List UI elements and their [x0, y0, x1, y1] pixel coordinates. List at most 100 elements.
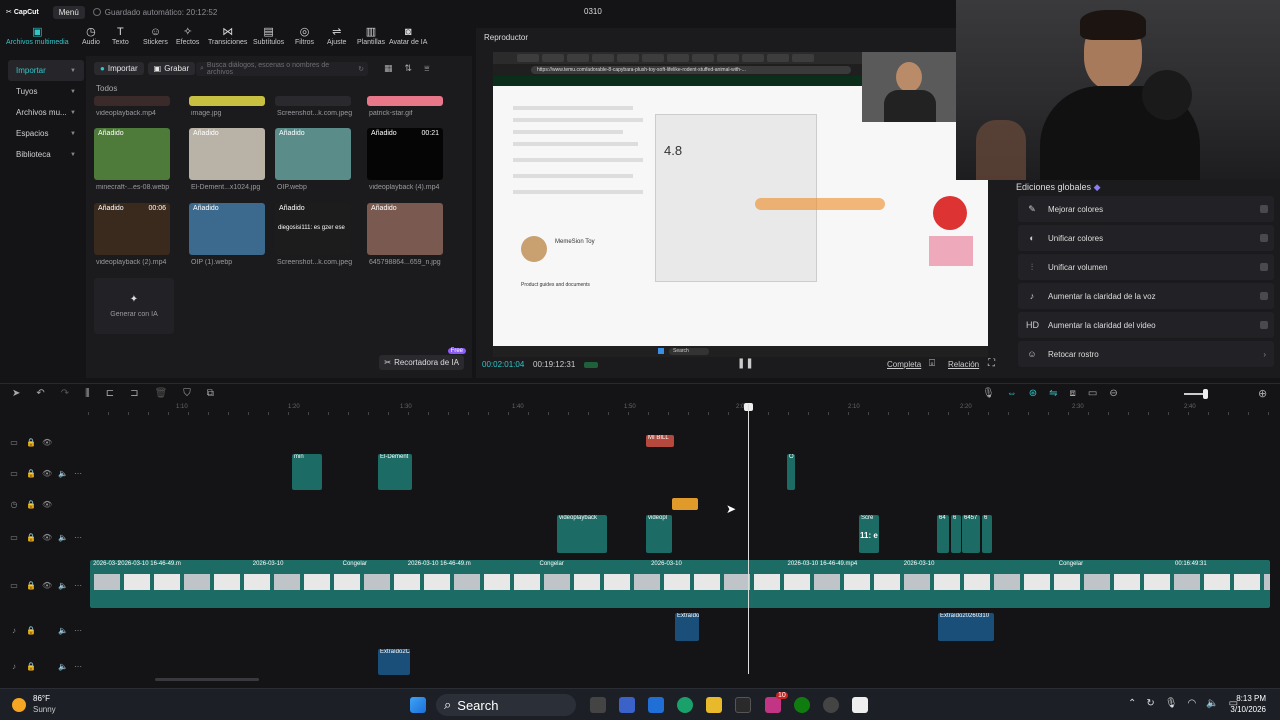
select-tool-icon[interactable]: ➤: [12, 388, 20, 399]
toggle-switch[interactable]: [1260, 234, 1268, 242]
ratio-button[interactable]: Relación: [948, 360, 979, 369]
video-clip[interactable]: 6: [982, 515, 992, 553]
split-icon[interactable]: ⫼: [85, 388, 90, 399]
fullscreen-icon[interactable]: ⛶: [988, 358, 995, 369]
import-button[interactable]: ● Importar: [94, 62, 144, 75]
zoom-app-icon[interactable]: [619, 697, 635, 713]
nav-item-4[interactable]: Biblioteca ▼: [8, 144, 84, 165]
sync-icon[interactable]: ↻: [1146, 698, 1154, 709]
tool-transitions[interactable]: ⋈ Transiciones: [208, 24, 247, 47]
track-type-icon[interactable]: ▭: [10, 533, 18, 542]
media-thumb-partial[interactable]: [94, 96, 170, 106]
media-thumb[interactable]: Añadido: [275, 128, 351, 180]
global-edit-unify-volume[interactable]: ⫶ Unificar volumen: [1018, 254, 1274, 280]
lock-icon[interactable]: 🔒: [26, 662, 36, 671]
link-icon[interactable]: ⇋: [1049, 388, 1057, 399]
lock-icon[interactable]: 🔒: [26, 626, 36, 635]
tool-subtitles[interactable]: ▤ Subtítulos: [253, 24, 284, 47]
track-type-icon[interactable]: ▭: [10, 469, 18, 478]
media-thumb[interactable]: Añadido 00:06: [94, 203, 170, 255]
chevron-up-icon[interactable]: ⌃: [1128, 698, 1136, 709]
lock-icon[interactable]: 🔒: [26, 500, 36, 509]
text-clip[interactable]: MI BILL: [646, 435, 674, 447]
edge-icon[interactable]: [677, 697, 693, 713]
trim-right-icon[interactable]: ⊐: [130, 388, 138, 399]
lock-icon[interactable]: 🔒: [26, 469, 36, 478]
snapshot-icon[interactable]: ⌻: [929, 358, 935, 369]
media-search-input[interactable]: ⌕ Busca diálogos, escenas o nombres de ar…: [196, 62, 368, 76]
more-icon[interactable]: ⋯: [74, 662, 82, 671]
tool-effects[interactable]: ✧ Efectos: [176, 24, 199, 47]
taskbar-search[interactable]: ⌕ Search: [436, 694, 576, 716]
crop-icon[interactable]: ⧉: [207, 388, 214, 399]
lock-icon[interactable]: 🔒: [26, 581, 36, 590]
audio-clip[interactable]: Extraído: [675, 613, 699, 641]
undo-icon[interactable]: ↶: [36, 388, 44, 399]
lock-icon[interactable]: 🔒: [26, 533, 36, 542]
media-thumb[interactable]: Añadido: [189, 128, 265, 180]
weather-desc[interactable]: Sunny: [33, 705, 56, 714]
magnet-icon[interactable]: ⊛: [1029, 388, 1037, 399]
mic-tray-icon[interactable]: 🎙: [1165, 698, 1178, 709]
sticker-track-icon[interactable]: ◷: [10, 500, 18, 509]
media-thumb[interactable]: Añadido: [189, 203, 265, 255]
lock-icon[interactable]: 🔒: [26, 438, 36, 447]
eye-icon[interactable]: 👁: [42, 581, 52, 590]
weather-temp[interactable]: 86°F: [33, 694, 50, 703]
toggle-switch[interactable]: [1260, 205, 1268, 213]
media-thumb[interactable]: Añadido: [94, 128, 170, 180]
tool-adjust[interactable]: ⇌ Ajuste: [327, 24, 346, 47]
video-clip[interactable]: 6: [951, 515, 961, 553]
global-edit-voice-clarity[interactable]: ♪ Aumentar la claridad de la voz: [1018, 283, 1274, 309]
track-type-icon[interactable]: ▭: [10, 438, 18, 447]
instagram-icon[interactable]: [765, 697, 781, 713]
menu-button[interactable]: Menú: [52, 5, 85, 19]
mute-icon[interactable]: 🔈: [58, 469, 68, 478]
tool-media[interactable]: ▣ Archivos multimedia: [6, 24, 69, 47]
chrome-icon[interactable]: [823, 697, 839, 713]
mute-icon[interactable]: 🔈: [58, 662, 68, 671]
delete-icon[interactable]: 🗑: [155, 388, 168, 399]
audio-track-icon[interactable]: ♪: [10, 626, 18, 635]
eye-icon[interactable]: 👁: [42, 533, 52, 542]
media-thumb-partial[interactable]: [189, 96, 265, 106]
audio-clip[interactable]: Extraído20260310: [938, 613, 994, 641]
capcut-taskbar-icon[interactable]: [852, 697, 868, 713]
more-icon[interactable]: ⋯: [74, 581, 82, 590]
tool-audio[interactable]: ◷ Audio: [82, 24, 100, 47]
nav-item-0[interactable]: Importar ▼: [8, 60, 84, 81]
mute-icon[interactable]: 🔈: [58, 581, 68, 590]
redo-icon[interactable]: ↷: [61, 388, 69, 399]
audio-track-icon[interactable]: ♪: [10, 662, 18, 671]
pause-button[interactable]: ❚❚: [737, 358, 754, 369]
task-view-icon[interactable]: [590, 697, 606, 713]
nav-item-3[interactable]: Espacios ▼: [8, 123, 84, 144]
start-icon[interactable]: [410, 697, 426, 713]
zoom-slider-handle[interactable]: [1203, 389, 1208, 399]
video-clip[interactable]: El-Dement: [378, 454, 412, 490]
eye-icon[interactable]: 👁: [42, 469, 52, 478]
media-thumb-partial[interactable]: [275, 96, 351, 106]
link-clips-icon[interactable]: ⇔: [1007, 388, 1017, 399]
microphone-icon[interactable]: 🎙: [982, 388, 995, 399]
timeline-scrollbar[interactable]: [155, 678, 259, 681]
nav-item-1[interactable]: Tuyos ▼: [8, 81, 84, 102]
global-edit-enhance-colors[interactable]: ✎ Mejorar colores: [1018, 196, 1274, 222]
generate-with-ai-button[interactable]: ✦ Generar con IA: [94, 278, 174, 334]
clock-time[interactable]: 8:13 PM: [1226, 694, 1266, 703]
more-icon[interactable]: ⋯: [74, 533, 82, 542]
video-clip[interactable]: 6457: [962, 515, 980, 553]
main-video-track[interactable]: 2026-03-1 2026-03-10 16-46-49.m 2026-03-10…: [90, 560, 1270, 608]
global-edit-unify-colors[interactable]: ◐ Unificar colores: [1018, 225, 1274, 251]
toggle-switch[interactable]: [1260, 292, 1268, 300]
trim-left-icon[interactable]: ⊏: [106, 388, 114, 399]
file-explorer-icon[interactable]: [706, 697, 722, 713]
sticker-clip[interactable]: [672, 498, 698, 510]
nav-item-2[interactable]: Archivos mu... ▼: [8, 102, 84, 123]
media-thumb[interactable]: Añadido: [367, 203, 443, 255]
toggle-switch[interactable]: [1260, 263, 1268, 271]
mute-icon[interactable]: 🔈: [58, 626, 68, 635]
volume-icon[interactable]: 🔈: [1206, 698, 1218, 709]
tool-templates[interactable]: ▥ Plantillas: [357, 24, 385, 47]
refresh-icon[interactable]: ↻: [358, 65, 364, 73]
